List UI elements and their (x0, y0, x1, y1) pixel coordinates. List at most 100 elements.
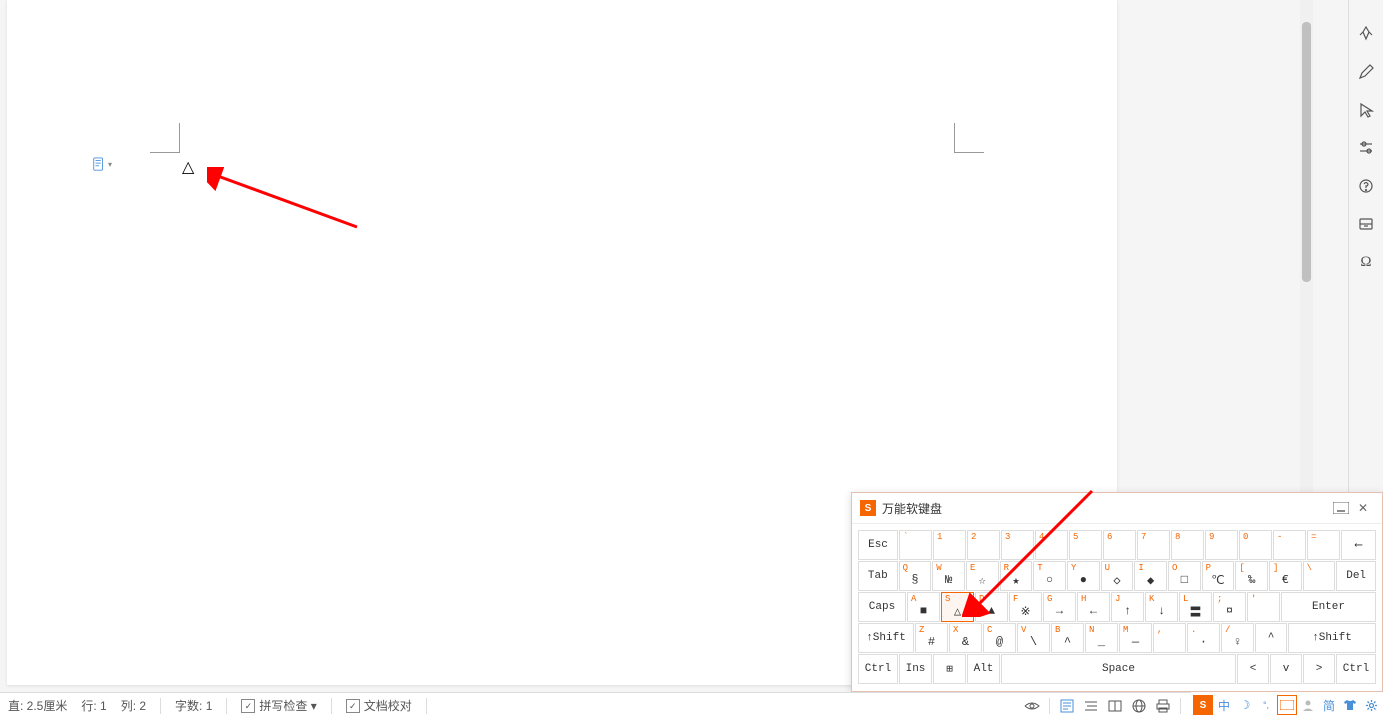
key-1[interactable]: 1 (933, 530, 966, 560)
key-8[interactable]: 8 (1171, 530, 1204, 560)
key-down-arrow[interactable]: v (1270, 654, 1302, 684)
key-ins[interactable]: Ins (899, 654, 932, 684)
view-reading-icon[interactable] (1104, 695, 1126, 717)
key-4[interactable]: 4 (1035, 530, 1068, 560)
key-b[interactable]: B^ (1051, 623, 1084, 653)
key-ctrl-left[interactable]: Ctrl (858, 654, 898, 684)
key-alt[interactable]: Alt (967, 654, 1000, 684)
key-x[interactable]: X& (949, 623, 982, 653)
key-caps[interactable]: Caps (858, 592, 906, 622)
key-bracket-right[interactable]: ]€ (1269, 561, 1302, 591)
divider (160, 698, 161, 714)
key-9[interactable]: 9 (1205, 530, 1238, 560)
ime-gear-icon[interactable] (1361, 695, 1381, 715)
key-period[interactable]: .· (1187, 623, 1220, 653)
key-up-arrow[interactable]: ^ (1255, 623, 1287, 653)
key-w[interactable]: W№ (932, 561, 965, 591)
key-2[interactable]: 2 (967, 530, 1000, 560)
key-equals[interactable]: = (1307, 530, 1340, 560)
key-m[interactable]: M— (1119, 623, 1152, 653)
key-o[interactable]: O□ (1168, 561, 1201, 591)
key-5[interactable]: 5 (1069, 530, 1102, 560)
key-left-arrow[interactable]: < (1237, 654, 1269, 684)
ime-keyboard-icon[interactable] (1277, 695, 1297, 715)
key-3[interactable]: 3 (1001, 530, 1034, 560)
status-proofread[interactable]: 文档校对 (342, 697, 416, 714)
key-backslash[interactable]: \ (1303, 561, 1336, 591)
key-a[interactable]: A■ (907, 592, 940, 622)
key-s[interactable]: S△ (941, 592, 974, 622)
key-h[interactable]: H← (1077, 592, 1110, 622)
ime-shirt-icon[interactable] (1340, 695, 1360, 715)
ime-moon-icon[interactable]: ☽ (1235, 695, 1255, 715)
key-n[interactable]: N_ (1085, 623, 1118, 653)
key-shift-right[interactable]: ↑Shift (1288, 623, 1376, 653)
key-k[interactable]: K↓ (1145, 592, 1178, 622)
key-win[interactable]: ⊞ (933, 654, 966, 684)
rocket-icon[interactable] (1357, 25, 1375, 43)
view-page-icon[interactable] (1056, 695, 1078, 717)
ime-logo-icon[interactable]: S (1193, 695, 1213, 715)
key-bracket-left[interactable]: [‰ (1235, 561, 1268, 591)
key-i[interactable]: I◆ (1134, 561, 1167, 591)
key-g[interactable]: G→ (1043, 592, 1076, 622)
key-slash[interactable]: /♀ (1221, 623, 1254, 653)
key-c[interactable]: C@ (983, 623, 1016, 653)
key-z[interactable]: Z# (915, 623, 948, 653)
status-spellcheck[interactable]: 拼写检查 ▾ (237, 697, 320, 714)
divider (426, 698, 427, 714)
key-p[interactable]: P℃ (1202, 561, 1235, 591)
key-comma[interactable]: , (1153, 623, 1186, 653)
margin-marker-topleft (150, 123, 180, 153)
key-r[interactable]: R★ (1000, 561, 1033, 591)
key-u[interactable]: U◇ (1101, 561, 1134, 591)
key-tab[interactable]: Tab (858, 561, 898, 591)
key-ctrl-right[interactable]: Ctrl (1336, 654, 1376, 684)
key-0[interactable]: 0 (1239, 530, 1272, 560)
view-print-icon[interactable] (1152, 695, 1174, 717)
key-f[interactable]: F※ (1009, 592, 1042, 622)
view-outline-icon[interactable] (1080, 695, 1102, 717)
ime-user-icon[interactable] (1298, 695, 1318, 715)
key-7[interactable]: 7 (1137, 530, 1170, 560)
key-j[interactable]: J↑ (1111, 592, 1144, 622)
key-l[interactable]: L〓 (1179, 592, 1212, 622)
soft-keyboard-header[interactable]: S 万能软键盘 ✕ (852, 493, 1382, 524)
eye-icon[interactable] (1021, 695, 1043, 717)
drawer-icon[interactable] (1357, 215, 1375, 233)
key-space[interactable]: Space (1001, 654, 1236, 684)
help-icon[interactable] (1357, 177, 1375, 195)
key-d[interactable]: D▲ (975, 592, 1008, 622)
scrollbar-thumb[interactable] (1302, 22, 1311, 282)
key-del[interactable]: Del (1336, 561, 1376, 591)
key-esc[interactable]: Esc (858, 530, 898, 560)
omega-icon[interactable]: Ω (1357, 253, 1375, 271)
key-quote[interactable]: ' (1247, 592, 1280, 622)
ime-simplified-button[interactable]: 简 (1319, 695, 1339, 715)
ime-punct-icon[interactable]: °, (1256, 695, 1276, 715)
key-right-arrow[interactable]: > (1303, 654, 1335, 684)
key-v[interactable]: V\ (1017, 623, 1050, 653)
key-t[interactable]: T○ (1033, 561, 1066, 591)
divider (1180, 698, 1181, 714)
key-minus[interactable]: - (1273, 530, 1306, 560)
view-web-icon[interactable] (1128, 695, 1150, 717)
key-enter[interactable]: Enter (1281, 592, 1376, 622)
pencil-icon[interactable] (1357, 63, 1375, 81)
key-6[interactable]: 6 (1103, 530, 1136, 560)
settings-sliders-icon[interactable] (1357, 139, 1375, 157)
key-e[interactable]: E☆ (966, 561, 999, 591)
key-q[interactable]: Q§ (899, 561, 932, 591)
key-backspace[interactable]: ⟵ (1341, 530, 1376, 560)
key-backtick[interactable]: ` (899, 530, 932, 560)
key-y[interactable]: Y● (1067, 561, 1100, 591)
close-button[interactable]: ✕ (1352, 499, 1374, 517)
status-wordcount[interactable]: 字数: 1 (171, 697, 216, 714)
keyboard-row-4: ↑Shift Z# X& C@ V\ B^ N_ M— , .· /♀ ^ ↑S… (858, 623, 1376, 653)
key-semicolon[interactable]: ;¤ (1213, 592, 1246, 622)
key-shift-left[interactable]: ↑Shift (858, 623, 914, 653)
ime-lang-button[interactable]: 中 (1214, 695, 1234, 715)
keyboard-layout-button[interactable] (1330, 499, 1352, 517)
cursor-icon[interactable] (1357, 101, 1375, 119)
page-options-button[interactable]: ▾ (92, 157, 112, 171)
